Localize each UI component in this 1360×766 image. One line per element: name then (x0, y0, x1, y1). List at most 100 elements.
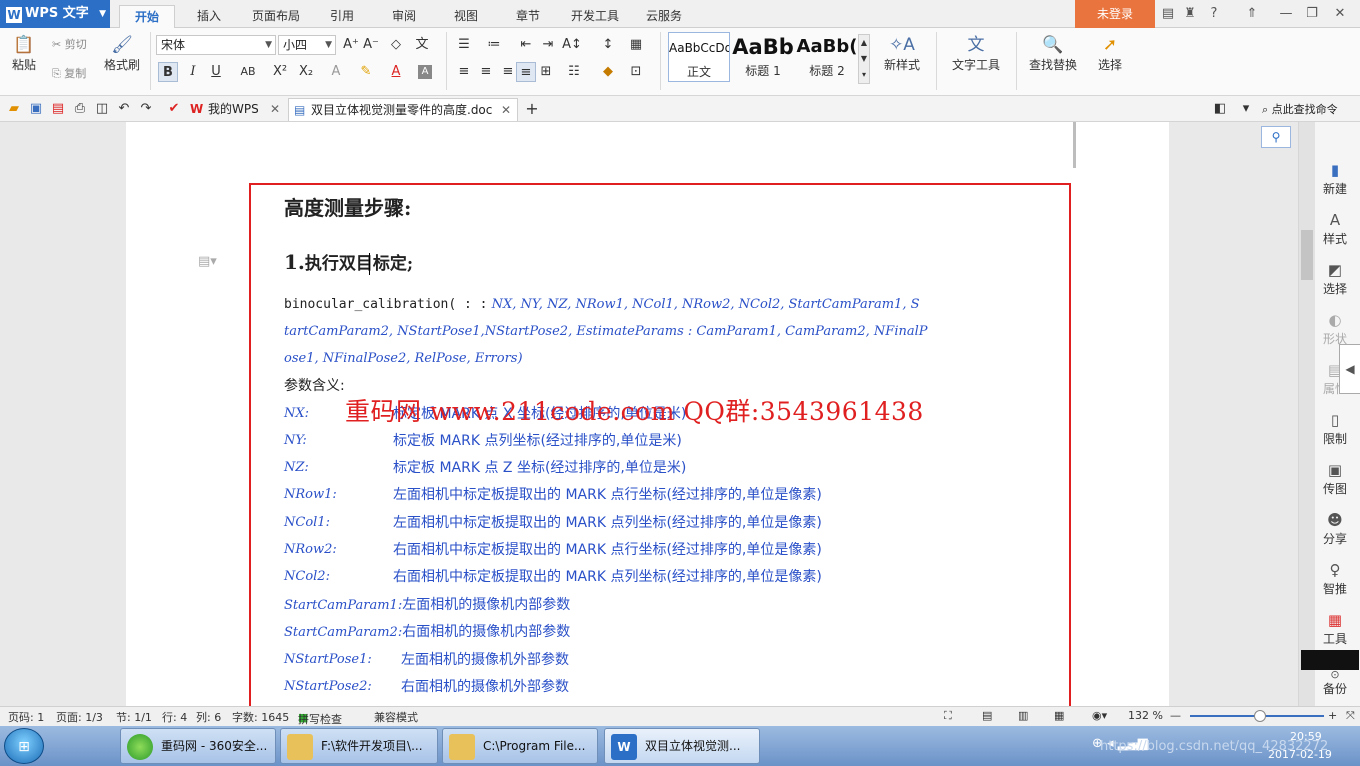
paragraph-menu-icon[interactable]: ▤▾ (198, 254, 217, 269)
close-tab-icon[interactable]: ✕ (270, 98, 280, 120)
tab-chapter[interactable]: 章节 (504, 5, 552, 28)
distribute-icon[interactable]: ⊞ (536, 62, 556, 82)
close-icon[interactable]: ✕ (1332, 6, 1348, 22)
tab-review[interactable]: 审阅 (380, 5, 428, 28)
cut-button[interactable]: ✂ 剪切 (52, 36, 87, 52)
scrollbar-thumb[interactable] (1301, 230, 1313, 280)
copy-button[interactable]: ⎘ 复制 (52, 65, 86, 81)
tab-cloud[interactable]: 云服务 (636, 5, 692, 28)
new-tab-icon[interactable]: + (522, 99, 542, 119)
sidepanel-share[interactable]: ☻ 分享 (1317, 510, 1353, 547)
bookmark-icon[interactable]: ✔ (164, 99, 184, 119)
redo-icon[interactable]: ↷ (136, 99, 156, 119)
border-icon[interactable]: ⊡ (626, 62, 646, 82)
text-tools-button[interactable]: 文 文字工具 (944, 34, 1008, 73)
save-icon[interactable]: ▣ (26, 99, 46, 119)
char-shading-icon[interactable]: A (418, 65, 432, 79)
tab-home[interactable]: 开始 (119, 5, 175, 28)
font-color-icon[interactable]: A (386, 62, 406, 82)
sidepanel-backup[interactable]: ⊙ 备份 (1317, 669, 1353, 697)
sidepanel-recommend[interactable]: ♀ 智推 (1317, 560, 1353, 597)
zoom-in-icon[interactable]: + (1328, 709, 1337, 722)
location-pin-icon[interactable]: ⚲ (1261, 126, 1291, 148)
tab-developer[interactable]: 开发工具 (562, 5, 628, 28)
fullscreen-icon[interactable]: ⛶ (944, 709, 952, 723)
taskbar-item[interactable]: W 双目立体视觉测... (604, 728, 760, 764)
tab-view[interactable]: 视图 (442, 5, 490, 28)
taskbar-item[interactable]: C:\Program File... (442, 728, 598, 764)
paste-button[interactable]: 📋 粘贴 (6, 34, 42, 73)
status-words[interactable]: 字数: 1645 (232, 709, 289, 725)
taskbar-item[interactable]: F:\软件开发项目\... (280, 728, 438, 764)
select-button[interactable]: ➚ 选择 (1090, 34, 1130, 73)
shirt-icon[interactable]: ♜ (1182, 6, 1198, 22)
keyboard-widget[interactable] (1301, 650, 1359, 670)
tab-document[interactable]: ▤ 双目立体视觉测量零件的高度.doc ✕ (288, 98, 518, 121)
numbered-list-icon[interactable]: ≔ (484, 35, 504, 55)
print-icon[interactable]: ⎙ (70, 99, 90, 119)
zoom-out-icon[interactable]: — (1170, 709, 1181, 722)
tab-page-layout[interactable]: 页面布局 (243, 5, 309, 28)
align-left-icon[interactable]: ≡ (454, 62, 474, 82)
find-replace-button[interactable]: 🔍 查找替换 (1022, 34, 1084, 73)
table-icon[interactable]: ▦ (626, 35, 646, 55)
zoom-slider-thumb[interactable] (1254, 710, 1266, 722)
paragraph-shading-icon[interactable]: ◆ (598, 62, 618, 82)
align-center-icon[interactable]: ≡ (476, 62, 496, 82)
bold-button[interactable]: B (158, 62, 178, 82)
grow-font-icon[interactable]: A⁺ (341, 35, 361, 55)
print-preview-icon[interactable]: ◫ (92, 99, 112, 119)
web-view-icon[interactable]: ▥ (1018, 709, 1028, 722)
dropdown-icon[interactable]: ▾ (1236, 99, 1256, 119)
open-folder-icon[interactable]: ▰ (4, 99, 24, 119)
tab-insert[interactable]: 插入 (183, 5, 235, 28)
tab-references[interactable]: 引用 (318, 5, 366, 28)
italic-button[interactable]: I (183, 62, 203, 82)
start-button[interactable]: ⊞ (4, 728, 44, 764)
style-normal[interactable]: AaBbCcDd 正文 (668, 32, 730, 82)
login-button[interactable]: 未登录 (1075, 0, 1155, 28)
minimize-icon[interactable]: — (1278, 6, 1294, 22)
collapse-icon[interactable]: ◧ (1210, 99, 1230, 119)
sidepanel-new[interactable]: ▮ 新建 (1317, 160, 1353, 197)
phonetic-icon[interactable]: 文 (412, 35, 432, 55)
tab-my-wps[interactable]: W 我的WPS ✕ (186, 98, 286, 121)
superscript-button[interactable]: X² (270, 62, 290, 82)
align-right-icon[interactable]: ≡ (498, 62, 518, 82)
eye-protect-icon[interactable]: ◉▾ (1092, 709, 1107, 722)
style-heading1[interactable]: AaBb 标题 1 (732, 32, 794, 82)
collapse-panel-icon[interactable]: ◀ (1339, 344, 1360, 394)
shrink-font-icon[interactable]: A⁻ (361, 35, 381, 55)
skin-icon[interactable]: ▤ (1160, 6, 1176, 22)
command-search[interactable]: ⌕ 点此查找命令 (1262, 101, 1338, 117)
sidepanel-tools[interactable]: ▦ 工具 (1317, 610, 1353, 647)
decrease-indent-icon[interactable]: ⇤ (516, 35, 536, 55)
fit-page-icon[interactable]: ⤧ (1346, 709, 1355, 723)
outline-view-icon[interactable]: ▦ (1054, 709, 1064, 722)
export-pdf-icon[interactable]: ▤ (48, 99, 68, 119)
format-painter-button[interactable]: 🖌 格式刷 (102, 34, 142, 73)
sidepanel-style[interactable]: A 样式 (1317, 210, 1353, 247)
restore-up-icon[interactable]: ⇑ (1244, 6, 1260, 22)
app-menu-button[interactable]: W WPS 文字 ▼ (0, 0, 110, 28)
vertical-scrollbar[interactable] (1299, 122, 1315, 706)
sidepanel-shape[interactable]: ◐ 形状 (1317, 310, 1353, 347)
font-size-select[interactable]: 小四 ▼ (278, 35, 336, 55)
bullet-list-icon[interactable]: ☰ (454, 35, 474, 55)
strikethrough-icon[interactable]: AB (238, 62, 258, 82)
maximize-icon[interactable]: ❐ (1304, 6, 1320, 22)
increase-indent-icon[interactable]: ⇥ (538, 35, 558, 55)
text-direction-icon[interactable]: A↕ (562, 35, 582, 55)
text-effect-icon[interactable]: A (326, 62, 346, 82)
help-icon[interactable]: ? (1206, 6, 1222, 22)
font-name-select[interactable]: 宋体 ▼ (156, 35, 276, 55)
highlight-icon[interactable]: ✎ (356, 62, 376, 82)
taskbar-item[interactable]: 重码网 - 360安全... (120, 728, 276, 764)
subscript-button[interactable]: X₂ (296, 62, 316, 82)
underline-button[interactable]: U (206, 62, 226, 82)
style-heading2[interactable]: AaBb( 标题 2 (796, 32, 858, 82)
sidepanel-upload[interactable]: ▣ 传图 (1317, 460, 1353, 497)
style-scroll-icon[interactable]: ▲ ▼ ▾ (858, 34, 870, 84)
sort-icon[interactable]: ↕ (598, 35, 618, 55)
justify-icon[interactable]: ≡ (516, 62, 536, 82)
